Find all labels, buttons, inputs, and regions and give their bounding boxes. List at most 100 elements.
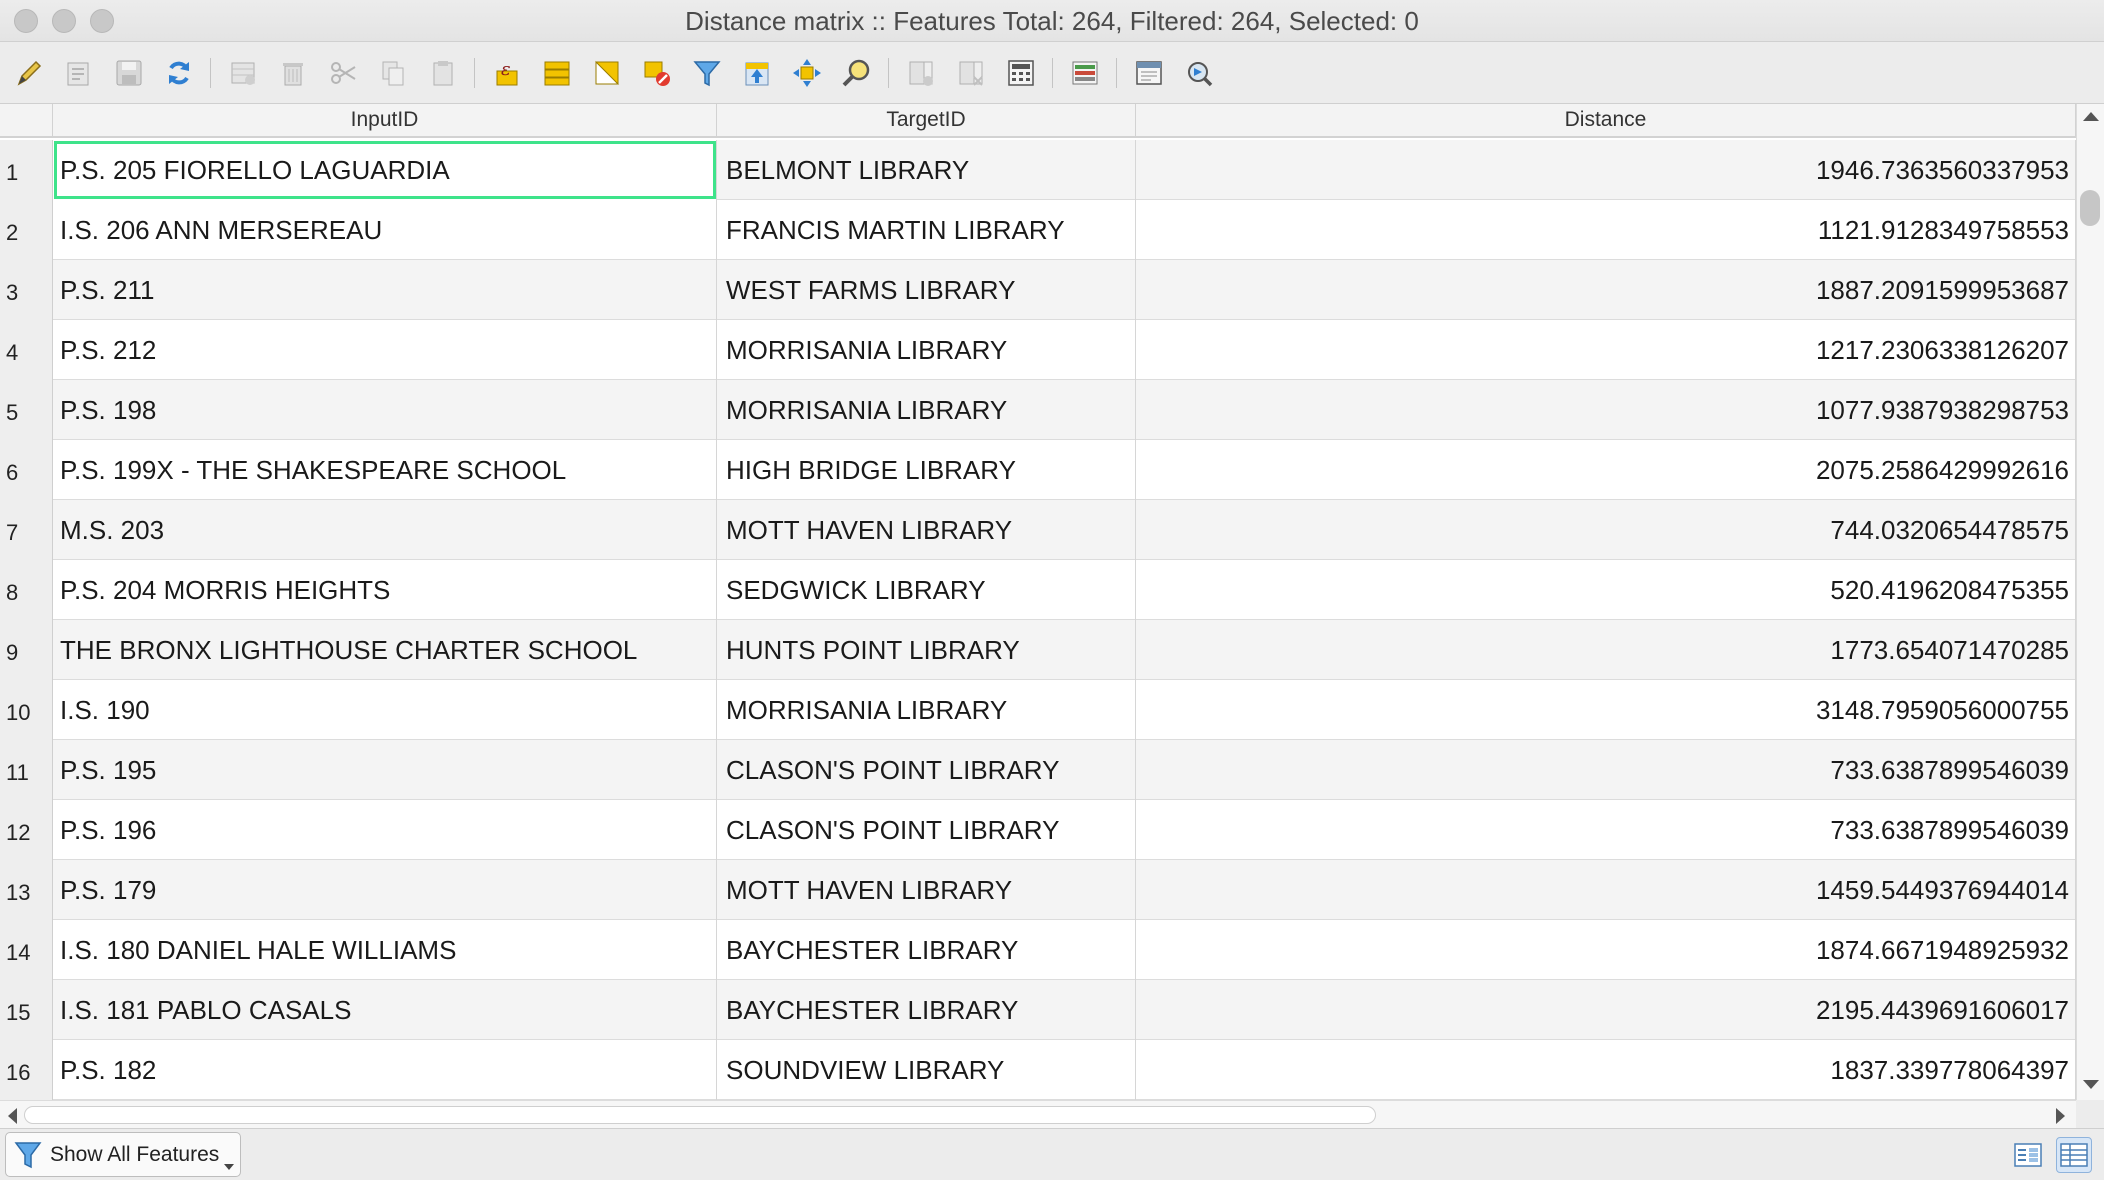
scroll-up-arrow-icon[interactable] [2083, 112, 2099, 121]
row-number[interactable]: 4 [0, 320, 53, 380]
row-number[interactable]: 13 [0, 860, 53, 920]
show-all-features-dropdown[interactable]: Show All Features [5, 1132, 241, 1177]
table-cell-targetid[interactable]: SOUNDVIEW LIBRARY [717, 1040, 1136, 1100]
table-cell-distance[interactable]: 2075.2586429992616 [1136, 440, 2076, 500]
paste-icon[interactable] [424, 54, 462, 92]
vertical-scrollbar[interactable] [2076, 104, 2104, 1100]
table-cell-distance[interactable]: 1459.5449376944014 [1136, 860, 2076, 920]
row-number[interactable]: 2 [0, 200, 53, 260]
table-row[interactable]: 9 THE BRONX LIGHTHOUSE CHARTER SCHOOL HU… [0, 620, 2076, 680]
table-cell-targetid[interactable]: MORRISANIA LIBRARY [717, 320, 1136, 380]
table-cell-distance[interactable]: 2195.4439691606017 [1136, 980, 2076, 1040]
table-cell-targetid[interactable]: BELMONT LIBRARY [717, 140, 1136, 200]
table-row[interactable]: 5 P.S. 198 MORRISANIA LIBRARY 1077.93879… [0, 380, 2076, 440]
pan-to-selected-icon[interactable] [788, 54, 826, 92]
scroll-right-arrow-icon[interactable] [2056, 1108, 2065, 1124]
toggle-editing-icon[interactable] [10, 54, 48, 92]
column-header-inputid[interactable]: InputID [53, 104, 717, 138]
row-number[interactable]: 15 [0, 980, 53, 1040]
table-cell-distance[interactable]: 744.0320654478575 [1136, 500, 2076, 560]
invert-selection-icon[interactable] [588, 54, 626, 92]
row-number[interactable]: 3 [0, 260, 53, 320]
reload-table-icon[interactable] [160, 54, 198, 92]
table-cell-distance[interactable]: 733.6387899546039 [1136, 800, 2076, 860]
table-cell-inputid[interactable]: P.S. 212 [53, 320, 717, 380]
scroll-down-arrow-icon[interactable] [2083, 1080, 2099, 1089]
save-edits-icon[interactable] [110, 54, 148, 92]
column-header-distance[interactable]: Distance [1136, 104, 2076, 138]
table-cell-targetid[interactable]: CLASON'S POINT LIBRARY [717, 740, 1136, 800]
table-cell-distance[interactable]: 1077.9387938298753 [1136, 380, 2076, 440]
table-row[interactable]: 3 P.S. 211 WEST FARMS LIBRARY 1887.20915… [0, 260, 2076, 320]
cut-icon[interactable] [324, 54, 362, 92]
table-cell-inputid[interactable]: THE BRONX LIGHTHOUSE CHARTER SCHOOL [53, 620, 717, 680]
copy-icon[interactable] [374, 54, 412, 92]
row-number[interactable]: 12 [0, 800, 53, 860]
table-row[interactable]: 16 P.S. 182 SOUNDVIEW LIBRARY 1837.33977… [0, 1040, 2076, 1100]
corner-header[interactable] [0, 104, 53, 138]
row-number[interactable]: 6 [0, 440, 53, 500]
row-number[interactable]: 16 [0, 1040, 53, 1100]
table-cell-targetid[interactable]: HIGH BRIDGE LIBRARY [717, 440, 1136, 500]
table-cell-distance[interactable]: 1121.9128349758553 [1136, 200, 2076, 260]
table-cell-distance[interactable]: 1837.339778064397 [1136, 1040, 2076, 1100]
multi-edit-icon[interactable] [60, 54, 98, 92]
table-view-button[interactable] [2056, 1137, 2092, 1173]
table-cell-inputid[interactable]: P.S. 204 MORRIS HEIGHTS [53, 560, 717, 620]
conditional-formatting-icon[interactable] [1066, 54, 1104, 92]
table-cell-inputid[interactable]: M.S. 203 [53, 500, 717, 560]
table-cell-targetid[interactable]: MORRISANIA LIBRARY [717, 680, 1136, 740]
actions-icon[interactable] [1180, 54, 1218, 92]
table-cell-distance[interactable]: 520.4196208475355 [1136, 560, 2076, 620]
horizontal-scroll-thumb[interactable] [24, 1106, 1376, 1124]
table-cell-targetid[interactable]: MORRISANIA LIBRARY [717, 380, 1136, 440]
table-row[interactable]: 13 P.S. 179 MOTT HAVEN LIBRARY 1459.5449… [0, 860, 2076, 920]
row-number[interactable]: 11 [0, 740, 53, 800]
column-header-targetid[interactable]: TargetID [717, 104, 1136, 138]
table-cell-targetid[interactable]: MOTT HAVEN LIBRARY [717, 860, 1136, 920]
add-feature-icon[interactable] [224, 54, 262, 92]
deselect-all-icon[interactable] [638, 54, 676, 92]
table-row[interactable]: 2 I.S. 206 ANN MERSEREAU FRANCIS MARTIN … [0, 200, 2076, 260]
table-cell-distance[interactable]: 1874.6671948925932 [1136, 920, 2076, 980]
table-cell-distance[interactable]: 1946.7363560337953 [1136, 140, 2076, 200]
table-cell-targetid[interactable]: CLASON'S POINT LIBRARY [717, 800, 1136, 860]
select-by-expression-icon[interactable]: ε [488, 54, 526, 92]
table-cell-inputid[interactable]: I.S. 181 PABLO CASALS [53, 980, 717, 1040]
table-cell-distance[interactable]: 1773.654071470285 [1136, 620, 2076, 680]
table-cell-targetid[interactable]: FRANCIS MARTIN LIBRARY [717, 200, 1136, 260]
row-number[interactable]: 10 [0, 680, 53, 740]
table-cell-inputid[interactable]: P.S. 179 [53, 860, 717, 920]
table-cell-inputid[interactable]: I.S. 190 [53, 680, 717, 740]
table-row[interactable]: 6 P.S. 199X - THE SHAKESPEARE SCHOOL HIG… [0, 440, 2076, 500]
move-selection-to-top-icon[interactable] [738, 54, 776, 92]
filter-select-icon[interactable] [688, 54, 726, 92]
table-cell-inputid[interactable]: P.S. 196 [53, 800, 717, 860]
table-cell-inputid[interactable]: P.S. 198 [53, 380, 717, 440]
table-cell-inputid[interactable]: P.S. 199X - THE SHAKESPEARE SCHOOL [53, 440, 717, 500]
table-row[interactable]: 1 P.S. 205 FIORELLO LAGUARDIA BELMONT LI… [0, 140, 2076, 200]
field-calculator-icon[interactable] [1002, 54, 1040, 92]
table-cell-targetid[interactable]: MOTT HAVEN LIBRARY [717, 500, 1136, 560]
table-cell-targetid[interactable]: HUNTS POINT LIBRARY [717, 620, 1136, 680]
new-field-icon[interactable] [902, 54, 940, 92]
scroll-left-arrow-icon[interactable] [8, 1108, 17, 1124]
table-cell-inputid[interactable]: P.S. 195 [53, 740, 717, 800]
row-number[interactable]: 8 [0, 560, 53, 620]
table-cell-inputid[interactable]: I.S. 206 ANN MERSEREAU [53, 200, 717, 260]
row-number[interactable]: 9 [0, 620, 53, 680]
table-cell-targetid[interactable]: WEST FARMS LIBRARY [717, 260, 1136, 320]
select-all-icon[interactable] [538, 54, 576, 92]
table-row[interactable]: 8 P.S. 204 MORRIS HEIGHTS SEDGWICK LIBRA… [0, 560, 2076, 620]
row-number[interactable]: 14 [0, 920, 53, 980]
table-cell-inputid[interactable]: P.S. 182 [53, 1040, 717, 1100]
table-cell-distance[interactable]: 1217.2306338126207 [1136, 320, 2076, 380]
zoom-to-selected-icon[interactable] [838, 54, 876, 92]
table-row[interactable]: 7 M.S. 203 MOTT HAVEN LIBRARY 744.032065… [0, 500, 2076, 560]
dock-table-icon[interactable] [1130, 54, 1168, 92]
table-cell-targetid[interactable]: SEDGWICK LIBRARY [717, 560, 1136, 620]
table-cell-targetid[interactable]: BAYCHESTER LIBRARY [717, 980, 1136, 1040]
vertical-scroll-thumb[interactable] [2080, 190, 2100, 226]
table-row[interactable]: 15 I.S. 181 PABLO CASALS BAYCHESTER LIBR… [0, 980, 2076, 1040]
table-cell-distance[interactable]: 733.6387899546039 [1136, 740, 2076, 800]
